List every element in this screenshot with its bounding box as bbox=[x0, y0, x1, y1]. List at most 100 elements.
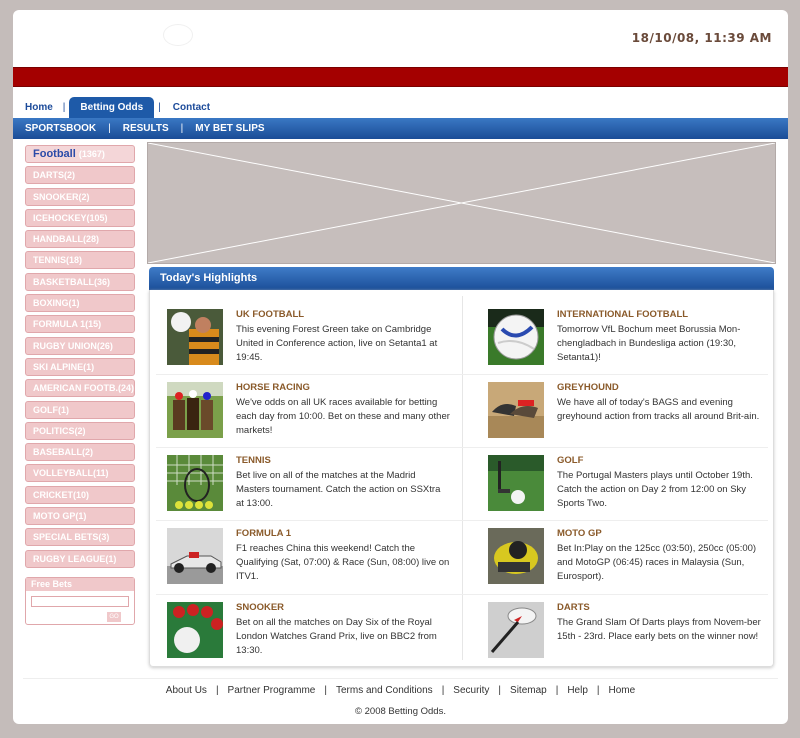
footer-link[interactable]: Sitemap bbox=[510, 685, 547, 696]
sidebar-item-sport[interactable]: BASKETBALL(36) bbox=[25, 272, 135, 291]
highlight-text: The Grand Slam Of Darts plays from Novem… bbox=[557, 617, 761, 642]
free-bets-input[interactable] bbox=[31, 596, 129, 607]
tennis-photo[interactable] bbox=[167, 455, 223, 511]
subnav-results[interactable]: RESULTS bbox=[123, 123, 169, 134]
sidebar-item-sport[interactable]: SPECIAL BETS(3) bbox=[25, 528, 135, 547]
highlight-item[interactable]: GOLF The Portugal Masters plays until Oct… bbox=[488, 455, 788, 515]
highlight-text: F1 reaches China this weekend! Catch the… bbox=[236, 543, 450, 582]
footer-separator: | bbox=[498, 685, 502, 696]
highlight-text: Bet In:Play on the 125cc (03:50), 250cc … bbox=[557, 543, 757, 582]
sidebar-item-sport[interactable]: RUGBY UNION(26) bbox=[25, 336, 135, 355]
highlight-text: Bet live on all of the matches at the Ma… bbox=[236, 470, 441, 509]
footer-separator: | bbox=[596, 685, 600, 696]
highlights-title: Today's Highlights bbox=[149, 267, 774, 290]
highlight-title[interactable]: UK FOOTBALL bbox=[236, 309, 304, 320]
footer-link[interactable]: About Us bbox=[166, 685, 207, 696]
footer-link[interactable]: Terms and Conditions bbox=[336, 685, 433, 696]
highlight-title[interactable]: GREYHOUND bbox=[557, 382, 619, 393]
highlight-item[interactable]: UK FOOTBALL This evening Forest Green tak… bbox=[167, 309, 467, 369]
golf-photo[interactable] bbox=[488, 455, 544, 511]
motogp-photo[interactable] bbox=[488, 528, 544, 584]
sidebar-item-sport[interactable]: BASEBALL(2) bbox=[25, 443, 135, 462]
row-divider bbox=[156, 447, 768, 448]
sidebar-item-sport[interactable]: SNOOKER(2) bbox=[25, 187, 135, 206]
highlight-item[interactable]: FORMULA 1 F1 reaches China this weekend! … bbox=[167, 528, 467, 588]
sidebar-item-sport[interactable]: VOLLEYBALL(11) bbox=[25, 464, 135, 483]
highlight-title[interactable]: INTERNATIONAL FOOTBALL bbox=[557, 309, 688, 320]
banner-placeholder bbox=[147, 142, 776, 264]
horse-racing-photo[interactable] bbox=[167, 382, 223, 438]
sidebar-item-sport[interactable]: GOLF(1) bbox=[25, 400, 135, 419]
sidebar-item-sport[interactable]: MOTO GP(1) bbox=[25, 507, 135, 526]
greyhound-photo[interactable] bbox=[488, 382, 544, 438]
highlight-item[interactable]: GREYHOUND We have all of today's BAGS and… bbox=[488, 382, 788, 442]
highlight-title[interactable]: FORMULA 1 bbox=[236, 528, 291, 539]
darts-photo[interactable] bbox=[488, 602, 544, 658]
highlight-text: The Portugal Masters plays until October… bbox=[557, 470, 753, 509]
highlight-title[interactable]: MOTO GP bbox=[557, 528, 602, 539]
sport-list: DARTS(2) SNOOKER(2) ICEHOCKEY(105) HANDBALL… bbox=[25, 166, 135, 568]
highlight-item[interactable]: HORSE RACING We've odds on all UK races a… bbox=[167, 382, 467, 442]
highlight-title[interactable]: GOLF bbox=[557, 455, 583, 466]
highlight-item[interactable]: MOTO GP Bet In:Play on the 125cc (03:50),… bbox=[488, 528, 788, 588]
footer-link[interactable]: Partner Programme bbox=[228, 685, 316, 696]
sidebar-item-sport[interactable]: CRICKET(10) bbox=[25, 485, 135, 504]
nav-separator: | bbox=[62, 102, 66, 113]
sidebar-item-football[interactable]: Football (1367) bbox=[25, 145, 135, 163]
footer-link[interactable]: Security bbox=[453, 685, 489, 696]
sidebar-item-sport[interactable]: ICEHOCKEY(105) bbox=[25, 208, 135, 227]
soccer-ball-photo[interactable] bbox=[488, 309, 544, 365]
tab-betting-odds[interactable]: Betting Odds bbox=[69, 97, 155, 118]
row-divider bbox=[156, 374, 768, 375]
highlight-item[interactable]: TENNIS Bet live on all of the matches at … bbox=[167, 455, 467, 515]
sidebar-item-sport[interactable]: AMERICAN FOOTB.(24) bbox=[25, 379, 135, 398]
highlight-item[interactable]: INTERNATIONAL FOOTBALL Tomorrow VfL Bochu… bbox=[488, 309, 788, 369]
page-container: 18/10/08, 11:39 AM Home | Betting Odds |… bbox=[13, 10, 788, 724]
highlight-text: This evening Forest Green take on Cambri… bbox=[236, 324, 438, 363]
sidebar-item-sport[interactable]: FORMULA 1(15) bbox=[25, 315, 135, 334]
highlight-text: Tomorrow VfL Bochum meet Borussia Mon-ch… bbox=[557, 324, 741, 363]
footer-separator: | bbox=[555, 685, 559, 696]
sidebar-item-label: Football bbox=[33, 148, 76, 160]
subnav-sportsbook[interactable]: SPORTSBOOK bbox=[25, 123, 96, 134]
highlight-text: We have all of today's BAGS and evening … bbox=[557, 397, 760, 422]
tab-contact[interactable]: Contact bbox=[161, 102, 220, 118]
header-red-bar bbox=[13, 67, 788, 87]
sidebar-item-sport[interactable]: BOXING(1) bbox=[25, 294, 135, 313]
datetime: 18/10/08, 11:39 AM bbox=[631, 31, 772, 45]
row-divider bbox=[156, 520, 768, 521]
footer-separator: | bbox=[324, 685, 327, 696]
sidebar-item-sport[interactable]: TENNIS(18) bbox=[25, 251, 135, 270]
sidebar-item-sport[interactable]: RUGBY LEAGUE(1) bbox=[25, 549, 135, 568]
highlight-title[interactable]: TENNIS bbox=[236, 455, 271, 466]
free-bets-box: Free Bets GO bbox=[25, 577, 135, 625]
highlight-item[interactable]: SNOOKER Bet on all the matches on Day Six… bbox=[167, 602, 467, 662]
sidebar-item-sport[interactable]: SKI ALPINE(1) bbox=[25, 357, 135, 376]
sidebar-item-sport[interactable]: DARTS(2) bbox=[25, 166, 135, 185]
sidebar-item-sport[interactable]: POLITICS(2) bbox=[25, 421, 135, 440]
highlight-title[interactable]: HORSE RACING bbox=[236, 382, 310, 393]
highlight-title[interactable]: DARTS bbox=[557, 602, 590, 613]
top-navigation: Home | Betting Odds | Contact bbox=[13, 96, 220, 118]
footer-separator: | bbox=[215, 685, 219, 696]
subnav-my-bet-slips[interactable]: MY BET SLIPS bbox=[195, 123, 264, 134]
footer-link[interactable]: Home bbox=[609, 685, 636, 696]
sub-navigation: SPORTSBOOK | RESULTS | MY BET SLIPS bbox=[13, 118, 788, 139]
tab-home[interactable]: Home bbox=[13, 102, 63, 118]
placeholder-cross-icon bbox=[147, 142, 776, 264]
row-divider bbox=[156, 594, 768, 595]
snooker-photo[interactable] bbox=[167, 602, 223, 658]
football-player-photo[interactable] bbox=[167, 309, 223, 365]
free-bets-label: Free Bets bbox=[26, 578, 134, 591]
highlight-title[interactable]: SNOOKER bbox=[236, 602, 284, 613]
sidebar-item-sport[interactable]: HANDBALL(28) bbox=[25, 230, 135, 249]
footer-link[interactable]: Help bbox=[567, 685, 588, 696]
nav-separator: | bbox=[180, 123, 184, 134]
free-bets-go-button[interactable]: GO bbox=[107, 612, 121, 622]
logo bbox=[163, 24, 193, 46]
highlight-item[interactable]: DARTS The Grand Slam Of Darts plays from … bbox=[488, 602, 788, 662]
copyright: © 2008 Betting Odds. bbox=[355, 706, 446, 717]
f1-car-photo[interactable] bbox=[167, 528, 223, 584]
sidebar-item-count: (1367) bbox=[78, 149, 105, 159]
highlight-text: We've odds on all UK races available for… bbox=[236, 397, 450, 436]
